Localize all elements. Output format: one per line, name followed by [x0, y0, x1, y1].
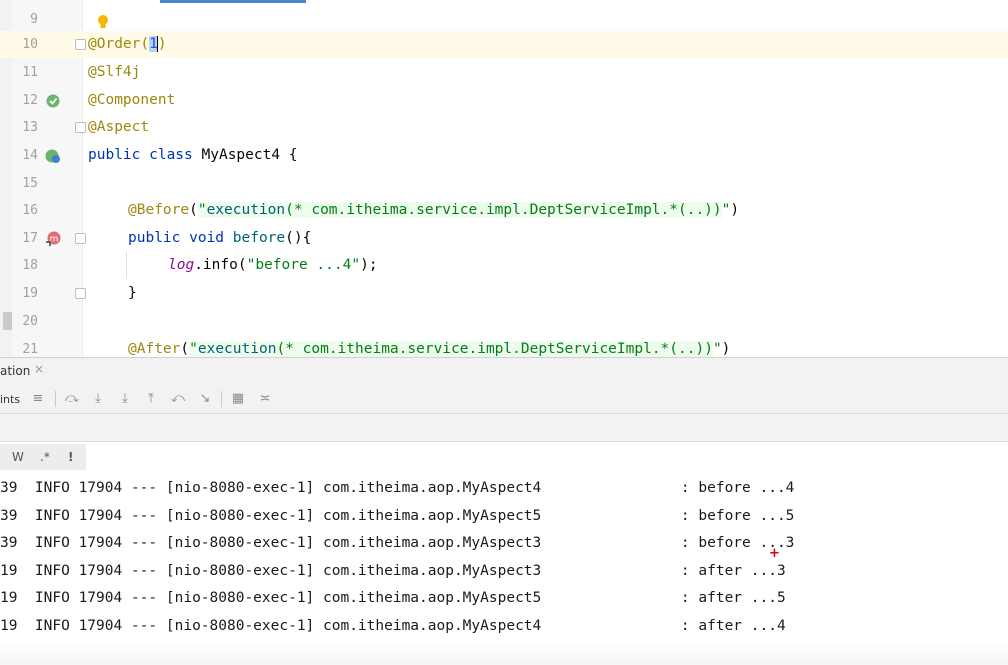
line-number: 19	[22, 286, 38, 301]
code-line[interactable]: 20	[0, 308, 1008, 335]
evaluate-expression-icon[interactable]: ▦	[229, 390, 247, 408]
words-toggle[interactable]: W	[12, 450, 24, 464]
regex-toggle[interactable]: .*	[40, 450, 50, 464]
code-text: @After("execution(* com.itheima.service.…	[128, 341, 731, 357]
line-number: 16	[22, 203, 38, 218]
line-number: 17	[22, 231, 38, 246]
spring-bean-icon[interactable]	[45, 93, 61, 109]
code-text: @Order(1)	[88, 36, 167, 52]
fold-marker-icon[interactable]	[75, 233, 86, 244]
run-tool-window-header: ation ×	[0, 357, 1008, 386]
bottom-edge	[0, 640, 1008, 665]
line-number: 18	[22, 258, 38, 273]
drop-frame-icon[interactable]: ⤺	[169, 390, 187, 408]
line-number: 14	[22, 148, 38, 163]
code-line[interactable]: 11 @Slf4j	[0, 59, 1008, 86]
tool-window-subbar	[0, 414, 1008, 442]
line-number: 20	[22, 314, 38, 329]
step-into-icon[interactable]: ⤓	[89, 390, 107, 408]
code-text: @Before("execution(* com.itheima.service…	[128, 202, 740, 218]
line-number: 9	[30, 12, 38, 27]
code-text: log.info("before ...4");	[168, 257, 378, 273]
step-over-icon[interactable]: ⤼	[63, 390, 81, 408]
filter-options: W .* !	[0, 444, 86, 470]
toolbar-label[interactable]: ints	[0, 393, 20, 406]
trace-icon[interactable]: ≍	[256, 390, 274, 408]
debug-toolbar: ints ≡ ⤼ ⤓ ⤓ ⤒ ⤺ ↘ ▦ ≍	[0, 385, 1008, 414]
code-text: public void before(){	[128, 230, 312, 246]
code-line[interactable]: 15	[0, 170, 1008, 197]
log-line: 39 INFO 17904 --- [nio-8080-exec-1] com.…	[0, 535, 795, 551]
svg-text:m: m	[50, 235, 59, 245]
log-line: 39 INFO 17904 --- [nio-8080-exec-1] com.…	[0, 508, 795, 524]
fold-marker-icon[interactable]	[75, 288, 86, 299]
divider	[55, 391, 56, 407]
line-number: 10	[22, 37, 38, 52]
advice-method-icon[interactable]: m	[45, 231, 61, 247]
log-line: 19 INFO 17904 --- [nio-8080-exec-1] com.…	[0, 590, 786, 606]
line-number: 21	[22, 342, 38, 357]
code-line[interactable]: 9	[0, 6, 1008, 33]
divider	[221, 391, 222, 407]
console-filter-bar: W .* !	[0, 442, 1008, 472]
force-step-into-icon[interactable]: ⤓	[116, 390, 134, 408]
code-text: @Aspect	[88, 119, 150, 135]
code-text: @Component	[88, 92, 176, 108]
code-line[interactable]: 14 public class MyAspect4 {	[0, 142, 1008, 169]
line-number: 13	[22, 120, 38, 135]
spring-aspect-icon[interactable]	[45, 148, 61, 164]
fold-marker-icon[interactable]	[75, 122, 86, 133]
code-editor[interactable]: 9 10 @Order(1) 11 @Slf4j 12 @Component 1…	[0, 0, 1008, 357]
menu-icon[interactable]: ≡	[29, 390, 47, 408]
line-number: 15	[22, 176, 38, 191]
match-toggle[interactable]: !	[68, 450, 73, 464]
log-line: 19 INFO 17904 --- [nio-8080-exec-1] com.…	[0, 618, 786, 634]
log-line: 39 INFO 17904 --- [nio-8080-exec-1] com.…	[0, 480, 795, 496]
run-config-tab[interactable]: ation	[0, 364, 30, 378]
log-line: 19 INFO 17904 --- [nio-8080-exec-1] com.…	[0, 563, 786, 579]
mouse-cursor-icon: +	[769, 546, 780, 561]
code-line[interactable]: 16 @Before("execution(* com.itheima.serv…	[0, 197, 1008, 224]
step-out-icon[interactable]: ⤒	[142, 390, 160, 408]
code-text: @Slf4j	[88, 64, 141, 80]
line-number: 11	[22, 65, 38, 80]
code-line[interactable]: 13 @Aspect	[0, 114, 1008, 141]
code-text: public class MyAspect4 {	[88, 147, 298, 163]
code-line-current[interactable]: 10 @Order(1)	[0, 31, 1008, 58]
code-text: }	[128, 285, 137, 301]
code-line[interactable]: 12 @Component	[0, 87, 1008, 114]
active-tab-indicator	[160, 0, 306, 3]
run-to-cursor-icon[interactable]: ↘	[196, 390, 214, 408]
line-number: 12	[22, 93, 38, 108]
code-line[interactable]: 17 m public void before(){	[0, 225, 1008, 252]
code-line[interactable]: 19 }	[0, 280, 1008, 307]
fold-marker-icon[interactable]	[75, 39, 86, 50]
code-line[interactable]: 18 log.info("before ...4");	[0, 252, 1008, 279]
close-icon[interactable]: ×	[34, 362, 44, 376]
code-line[interactable]: 21 @After("execution(* com.itheima.servi…	[0, 336, 1008, 357]
